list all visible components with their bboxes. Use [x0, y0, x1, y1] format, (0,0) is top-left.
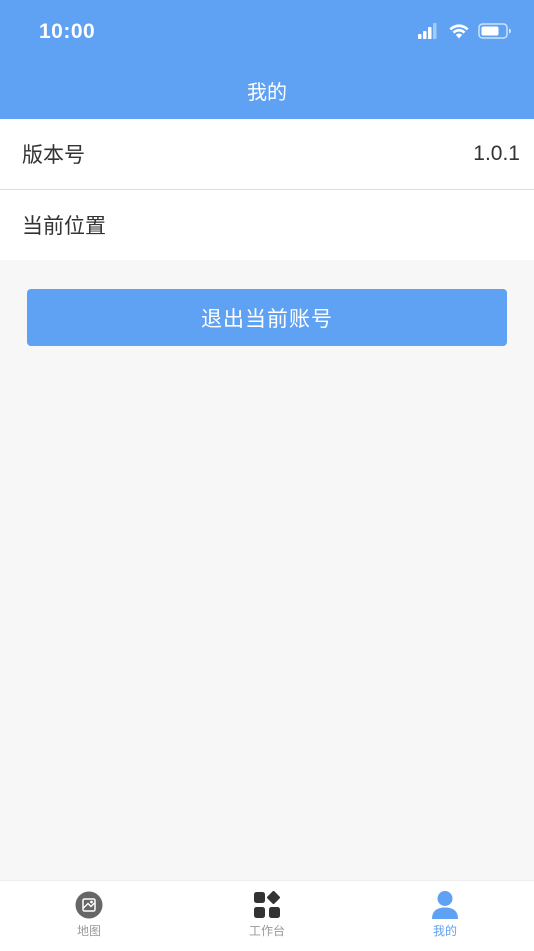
tab-label: 我的	[432, 924, 457, 938]
list-item-current-location[interactable]: 当前位置	[0, 190, 534, 260]
tab-bar: 地图 工作台 我的	[0, 880, 534, 951]
map-icon	[75, 891, 103, 919]
version-value: 1.0.1	[473, 142, 520, 165]
status-time: 10:00	[39, 20, 96, 43]
wifi-icon	[449, 23, 469, 43]
tab-mine[interactable]: 我的	[356, 881, 534, 951]
status-icons	[418, 23, 512, 43]
logout-button[interactable]: 退出当前账号	[27, 289, 507, 346]
list-item-label: 版本号	[22, 143, 85, 167]
list-item-label: 当前位置	[22, 214, 106, 238]
battery-icon	[478, 23, 512, 43]
user-icon	[431, 891, 459, 919]
tab-label: 地图	[76, 924, 101, 938]
status-bar: 10:00	[0, 0, 534, 64]
header: 10:00 我的	[0, 0, 534, 119]
page-title: 我的	[247, 80, 287, 104]
list-item-version[interactable]: 版本号 1.0.1	[0, 119, 534, 189]
tab-workbench[interactable]: 工作台	[178, 881, 356, 951]
workbench-icon	[253, 891, 281, 919]
tab-label: 工作台	[248, 924, 285, 938]
settings-list: 版本号 1.0.1 当前位置	[0, 119, 534, 260]
tab-map[interactable]: 地图	[0, 881, 178, 951]
cellular-signal-icon	[418, 23, 440, 43]
